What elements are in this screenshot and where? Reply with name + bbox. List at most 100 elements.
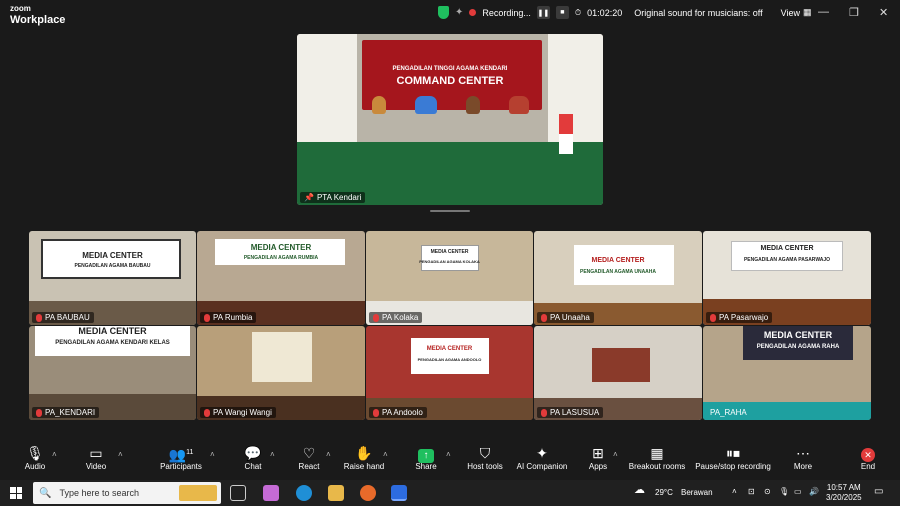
grid-icon: ▦ <box>802 7 812 17</box>
task-view-icon[interactable] <box>230 485 246 501</box>
tray-app-icon[interactable]: ⊡ <box>748 487 755 496</box>
participant-name: PA Rumbia <box>213 313 253 322</box>
file-explorer-icon[interactable] <box>328 485 344 501</box>
participant-name-label: PA BAUBAU <box>32 312 94 323</box>
maximize-icon[interactable]: ❐ <box>849 6 859 19</box>
audio-mode-status[interactable]: Original sound for musicians: off <box>634 8 762 18</box>
sparkle-icon[interactable]: ✦ <box>455 7 463 18</box>
raise-hand-button[interactable]: ✋ Raise hand <box>343 444 385 471</box>
participant-tile[interactable]: PA LASUSUA <box>534 326 702 420</box>
breakout-label: Breakout rooms <box>628 462 686 471</box>
title-bar: zoom Workplace ✦ Recording... ❚❚ ■ ⏱ 01:… <box>0 0 900 28</box>
resize-handle[interactable] <box>430 210 470 212</box>
apps-options-caret[interactable]: ˄ <box>613 450 618 459</box>
speaker-banner-small: PENGADILAN TINGGI AGAMA KENDARI <box>392 66 508 72</box>
weather-temp[interactable]: 29°C <box>655 488 673 497</box>
participant-name-label: PA Rumbia <box>200 312 257 323</box>
participant-name: PA_KENDARI <box>45 408 96 417</box>
participant-tile[interactable]: MEDIA CENTER PENGADILAN AGAMA RUMBIA PA … <box>197 231 365 325</box>
participant-person <box>465 96 480 114</box>
participant-tile[interactable]: PA Wangi Wangi <box>197 326 365 420</box>
audio-label: Audio <box>24 462 46 471</box>
breakout-rooms-button[interactable]: ▦ Breakout rooms <box>628 444 686 471</box>
participant-name: PA BAUBAU <box>45 313 90 322</box>
close-icon[interactable]: ✕ <box>879 6 888 19</box>
participant-tile[interactable]: MEDIA CENTER PENGADILAN AGAMA RAHA PA_RA… <box>703 326 871 420</box>
audio-options-caret[interactable]: ˄ <box>52 450 57 459</box>
participant-name-label: PA_KENDARI <box>32 407 100 418</box>
share-button[interactable]: ↑ Share <box>413 444 439 471</box>
participants-button[interactable]: 👥11 Participants <box>160 444 202 471</box>
tile-banner: MEDIA CENTER <box>250 243 312 252</box>
participants-icon: 👥 <box>168 446 187 463</box>
end-button[interactable]: ✕ End <box>858 444 878 471</box>
participant-person <box>414 96 437 114</box>
chat-options-caret[interactable]: ˄ <box>270 450 275 459</box>
participants-options-caret[interactable]: ˄ <box>210 450 215 459</box>
raise-hand-options-caret[interactable]: ˄ <box>383 450 388 459</box>
windows-taskbar: 🔍 Type here to search ☁ 29°C Berawan ˄ ⊡… <box>0 480 900 506</box>
participants-count: 11 <box>186 449 194 456</box>
tray-chevron-icon[interactable]: ˄ <box>732 487 737 496</box>
tile-subtitle: PENGADILAN AGAMA UNAAHA <box>579 269 657 275</box>
video-button[interactable]: ▭ Video <box>83 444 109 471</box>
weather-desc[interactable]: Berawan <box>681 488 713 497</box>
react-button[interactable]: ♡ React <box>297 444 321 471</box>
host-tools-button[interactable]: ⛉ Host tools <box>464 444 506 471</box>
pause-recording-icon[interactable]: ❚❚ <box>536 6 550 19</box>
windows-start-icon[interactable] <box>10 487 22 499</box>
mic-muted-icon <box>204 313 210 322</box>
volume-icon[interactable]: 🔊 <box>809 487 819 496</box>
pause-stop-recording-button[interactable]: ⏸⏹ Pause/stop recording <box>694 444 772 471</box>
stop-recording-icon[interactable]: ■ <box>555 6 569 19</box>
speaker-name: PTA Kendari <box>316 193 362 202</box>
share-options-caret[interactable]: ˄ <box>446 450 451 459</box>
firefox-icon[interactable] <box>360 485 376 501</box>
mic-muted-icon <box>36 313 42 322</box>
participant-tile[interactable]: MEDIA CENTER PENGADILAN AGAMA KOLAKA PA … <box>366 231 533 325</box>
zoom-app-icon[interactable] <box>391 485 407 501</box>
speaker-tile[interactable]: PENGADILAN TINGGI AGAMA KENDARI COMMAND … <box>297 34 603 205</box>
tile-banner: MEDIA CENTER <box>426 346 473 352</box>
chat-button[interactable]: 💬 Chat <box>241 444 265 471</box>
share-icon: ↑ <box>418 449 434 463</box>
meeting-timer: 01:02:20 <box>587 7 623 18</box>
search-icon: 🔍 <box>39 487 52 499</box>
recording-dot-icon <box>469 9 477 16</box>
minimize-icon[interactable]: — <box>818 6 829 18</box>
hand-icon: ✋ <box>355 445 373 461</box>
participant-tile[interactable]: MEDIA CENTER PENGADILAN AGAMA PASARWAJO … <box>703 231 871 325</box>
react-label: React <box>298 462 320 471</box>
clock-date: 3/20/2025 <box>826 493 862 502</box>
clock[interactable]: 10:57 AM 3/20/2025 <box>826 483 862 503</box>
breakout-grid-icon: ▦ <box>650 445 664 461</box>
more-button[interactable]: ⋯ More <box>791 444 815 471</box>
ai-companion-label: AI Companion <box>516 462 568 471</box>
audio-button[interactable]: 🎙 Audio <box>22 444 48 471</box>
participant-tile[interactable]: MEDIA CENTER PENGADILAN AGAMA BAUBAU PA … <box>29 231 196 325</box>
video-options-caret[interactable]: ˄ <box>118 450 123 459</box>
tray-meet-icon[interactable]: ⊙ <box>764 487 771 496</box>
ai-sparkle-icon: ✦ <box>536 445 548 461</box>
edge-icon[interactable] <box>296 485 312 501</box>
tile-subtitle: PENGADILAN AGAMA BAUBAU <box>74 263 151 269</box>
network-icon[interactable]: ▭ <box>794 487 802 496</box>
apps-button[interactable]: ⊞ Apps <box>587 444 609 471</box>
participants-label: Participants <box>160 462 202 471</box>
pause-stop-icon: ⏸⏹ <box>726 445 740 461</box>
ai-companion-button[interactable]: ✦ AI Companion <box>514 444 570 471</box>
participant-name: PA Unaaha <box>550 313 590 322</box>
copilot-icon[interactable] <box>263 485 279 501</box>
tray-mic-icon[interactable]: 🎙 <box>779 487 789 496</box>
raise-hand-label: Raise hand <box>343 462 385 471</box>
mic-muted-icon <box>204 408 210 417</box>
participant-tile[interactable]: MEDIA CENTER PENGADILAN AGAMA UNAAHA PA … <box>534 231 702 325</box>
taskbar-search[interactable]: 🔍 Type here to search <box>33 482 221 504</box>
react-options-caret[interactable]: ˄ <box>326 450 331 459</box>
encryption-shield-icon[interactable] <box>438 6 449 19</box>
participant-tile[interactable]: MEDIA CENTER PENGADILAN AGAMA KENDARI KE… <box>29 326 196 420</box>
mic-muted-icon <box>373 313 379 322</box>
notifications-icon[interactable]: ▭ <box>874 486 883 497</box>
view-button[interactable]: View ▦ <box>781 7 812 18</box>
participant-tile[interactable]: MEDIA CENTER PENGADILAN AGAMA ANDOOLO PA… <box>366 326 533 420</box>
